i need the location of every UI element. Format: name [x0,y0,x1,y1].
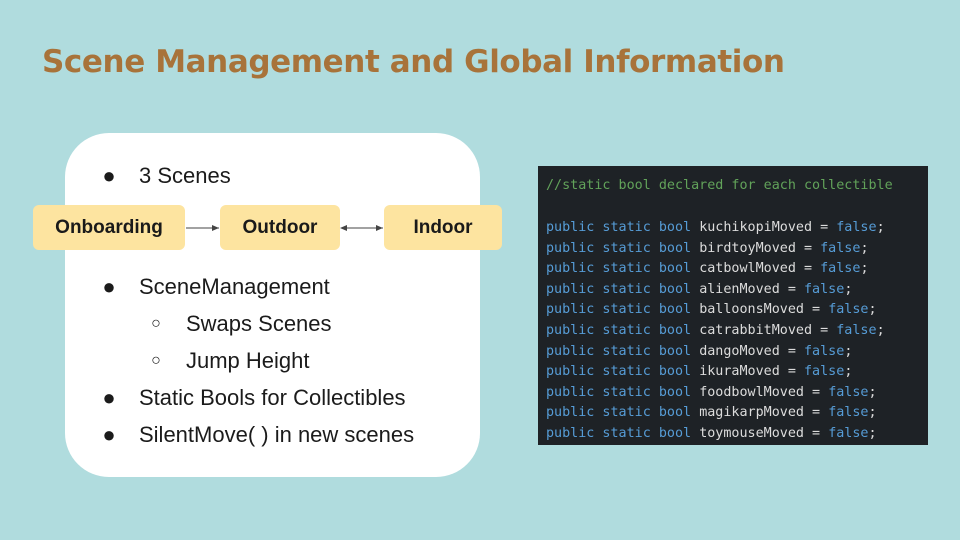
code-semicolon: ; [844,281,853,297]
bullet-dot: ● [102,422,116,447]
code-semicolon: ; [868,384,877,400]
code-equals: = [804,384,829,400]
flow-box-onboarding: Onboarding [33,205,185,250]
code-line: public static bool catrabbitMoved = fals… [546,323,885,338]
code-keywords: public static bool [546,261,700,277]
code-line: public static bool birdtoyMoved = false; [546,241,869,256]
code-variable: alienMoved [699,281,780,297]
code-value: false [828,426,869,441]
code-line: public static bool balloonsMoved = false… [546,302,877,317]
code-keywords: public static bool [546,343,700,359]
code-line: public static bool ikuraMoved = false; [546,364,852,379]
code-line: public static bool kuchikopiMoved = fals… [546,220,885,235]
code-keywords: public static bool [546,405,700,421]
code-semicolon: ; [868,426,877,441]
code-equals: = [812,323,837,338]
code-variable: kuchikopiMoved [699,220,813,235]
code-value: false [836,220,877,235]
code-line: public static bool dangoMoved = false; [546,344,852,359]
code-line: public static bool alienMoved = false; [546,282,852,297]
code-keywords: public static bool [546,302,700,318]
bullet-text: Jump Height [186,348,310,373]
code-value: false [804,343,845,359]
code-equals: = [795,240,821,256]
code-keywords: public static bool [546,240,700,256]
code-value: false [828,302,869,318]
code-semicolon: ; [844,364,853,380]
code-equals: = [795,261,821,277]
code-value: false [836,323,877,338]
code-comment: //static bool declared for each collecti… [546,178,893,193]
code-line: public static bool magikarpMoved = false… [546,405,877,420]
code-variable: birdtoyMoved [699,240,796,256]
code-line: public static bool catbowlMoved = false; [546,261,869,276]
bullet-dot: ○ [151,315,161,332]
code-equals: = [779,364,804,380]
bullet-dot: ● [102,274,116,299]
code-variable: dangoMoved [699,343,780,359]
code-semicolon: ; [860,240,869,256]
code-equals: = [804,426,829,441]
code-variable: ikuraMoved [699,364,780,380]
bullet-text: Swaps Scenes [186,311,332,336]
code-line: public static bool toymouseMoved = false… [546,426,877,441]
code-keywords: public static bool [546,364,700,380]
code-value: false [804,364,845,380]
bullet-text: SilentMove( ) in new scenes [139,422,415,447]
code-semicolon: ; [844,343,853,359]
bullet-dot: ● [102,385,116,410]
code-semicolon: ; [868,405,877,421]
code-equals: = [804,405,829,421]
code-keywords: public static bool [546,426,700,441]
code-value: false [828,405,869,421]
code-variable: magikarpMoved [699,405,804,421]
code-line: public static bool foodbowlMoved = false… [546,385,877,400]
code-panel: //static bool declared for each collecti… [538,166,928,445]
code-value: false [828,384,869,400]
bullet-text: Static Bools for Collectibles [139,385,406,410]
code-keywords: public static bool [546,281,700,297]
code-value: false [804,281,845,297]
bullet-text: SceneManagement [139,274,330,299]
code-keywords: public static bool [546,384,700,400]
code-variable: toymouseMoved [699,426,804,441]
code-equals: = [779,281,804,297]
code-variable: catbowlMoved [699,261,796,277]
code-variable: balloonsMoved [699,302,804,318]
code-keywords: public static bool [546,220,700,235]
code-value: false [820,261,861,277]
bullet-dot: ○ [151,352,161,369]
code-equals: = [779,343,804,359]
code-variable: foodbowlMoved [699,384,804,400]
flow-box-indoor: Indoor [384,205,502,250]
code-equals: = [804,302,829,318]
code-keywords: public static bool [546,323,700,338]
code-variable: catrabbitMoved [699,323,813,338]
code-semicolon: ; [876,220,885,235]
code-semicolon: ; [868,302,877,318]
flow-box-outdoor: Outdoor [220,205,340,250]
code-semicolon: ; [860,261,869,277]
code-semicolon: ; [876,323,885,338]
code-equals: = [812,220,837,235]
code-value: false [820,240,861,256]
